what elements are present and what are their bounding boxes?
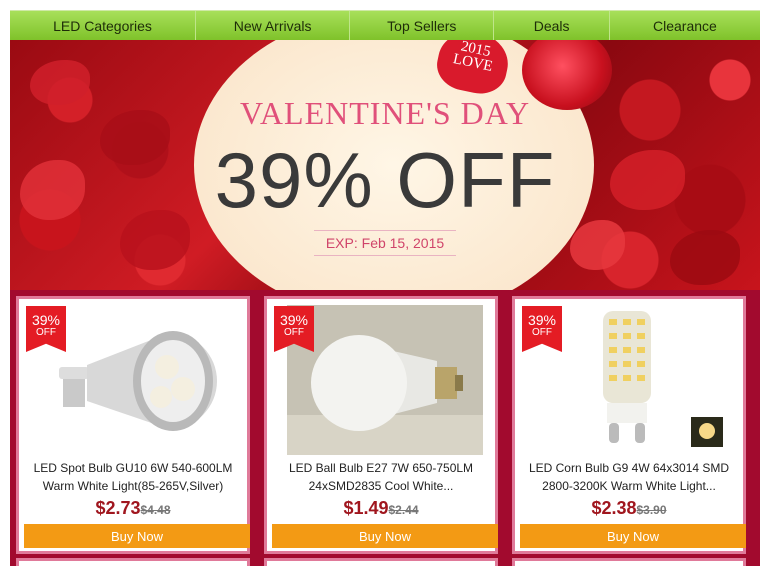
buy-now-button[interactable]: Buy Now: [272, 524, 498, 548]
discount-badge: 39% OFF: [26, 306, 66, 352]
product-card[interactable]: 39% OFF LED Spot Bulb GU10 6W 540-600LM W…: [16, 296, 250, 554]
banner-discount: 39% OFF: [214, 136, 556, 224]
corn-bulb-image[interactable]: [545, 305, 725, 455]
product-card[interactable]: 39% OFF LED Ball Bulb E27 7W 650-750LM 24…: [264, 296, 498, 554]
nav-deals[interactable]: Deals: [494, 11, 610, 40]
valentines-banner[interactable]: 2015 LOVE VALENTINE'S DAY 39% OFF EXP: Fe…: [10, 40, 760, 290]
product-name[interactable]: LED Ball Bulb E27 7W 650-750LM 24xSMD283…: [273, 459, 489, 495]
top-navigation: LED Categories New Arrivals Top Sellers …: [10, 10, 760, 40]
buy-now-button[interactable]: Buy Now: [520, 524, 746, 548]
product-price: $2.38$3.90: [591, 498, 667, 518]
product-card[interactable]: 39% OFF LED Corn Bulb G9 4W 64x3014 SMD 2…: [512, 296, 746, 554]
nav-led-categories[interactable]: LED Categories: [10, 11, 197, 40]
discount-badge: 39% OFF: [522, 306, 562, 352]
product-name[interactable]: LED Spot Bulb GU10 6W 540-600LM Warm Whi…: [25, 459, 241, 495]
buy-now-button[interactable]: Buy Now: [24, 524, 250, 548]
ball-bulb-image[interactable]: [287, 305, 483, 455]
nav-clearance[interactable]: Clearance: [610, 11, 760, 40]
spot-bulb-image[interactable]: [49, 305, 229, 455]
product-price: $2.73$4.48: [95, 498, 171, 518]
product-price: $1.49$2.44: [343, 498, 419, 518]
next-row-card-edge: [512, 558, 746, 566]
nav-top-sellers[interactable]: Top Sellers: [350, 11, 495, 40]
product-name[interactable]: LED Corn Bulb G9 4W 64x3014 SMD 2800-320…: [521, 459, 737, 495]
banner-expiry: EXP: Feb 15, 2015: [10, 230, 760, 256]
next-row-card-edge: [264, 558, 498, 566]
nav-new-arrivals[interactable]: New Arrivals: [196, 11, 351, 40]
banner-title: VALENTINE'S DAY: [239, 95, 531, 131]
next-row-card-edge: [16, 558, 250, 566]
product-grid: 39% OFF LED Spot Bulb GU10 6W 540-600LM W…: [10, 290, 760, 566]
